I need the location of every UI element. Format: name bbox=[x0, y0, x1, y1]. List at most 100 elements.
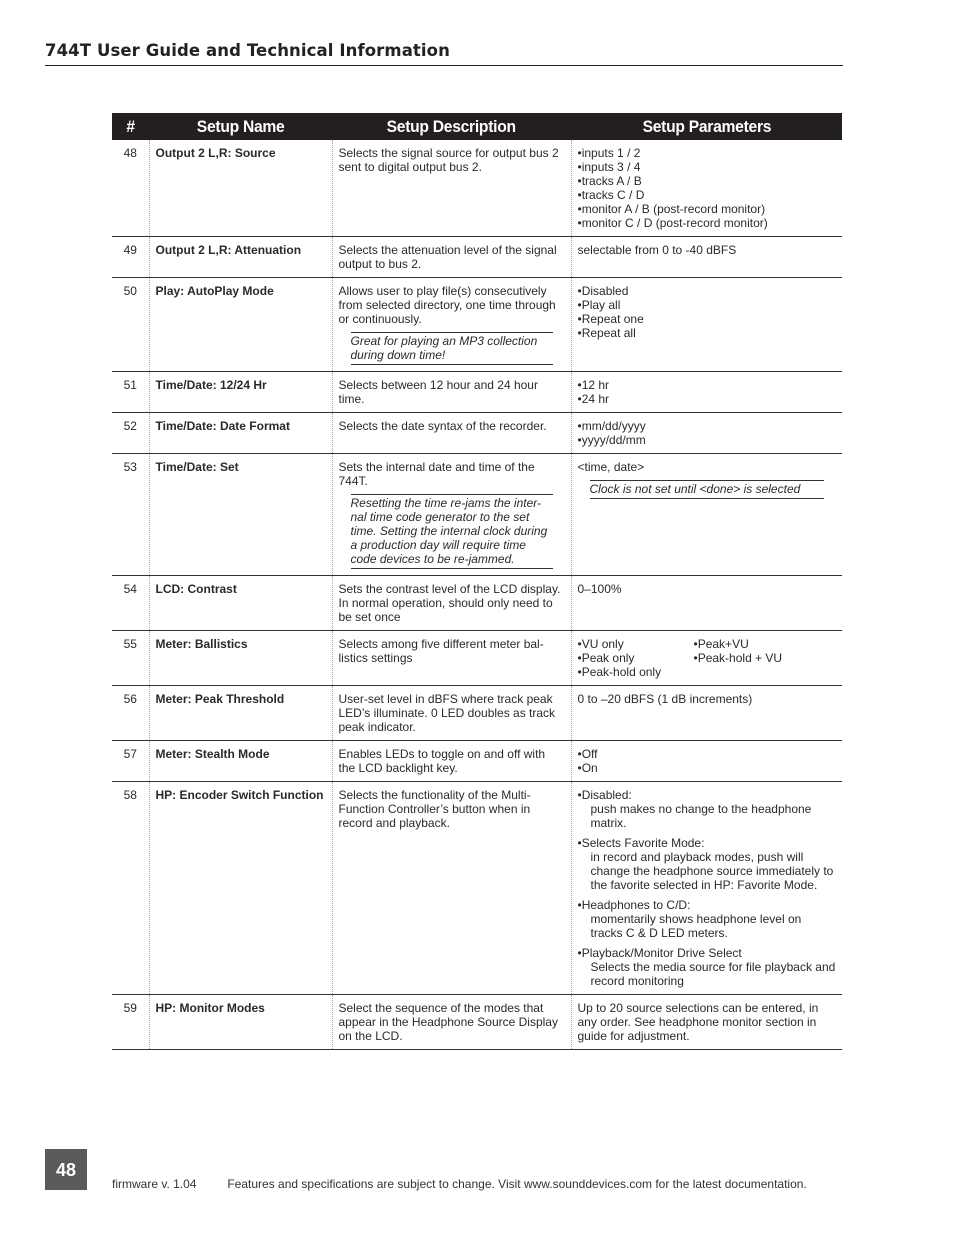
parameter-option: Play all bbox=[578, 298, 837, 312]
parameter-option-detail: momentarily shows headphone level on tra… bbox=[590, 912, 802, 940]
parameter-option-detail: Selects the media source for file playba… bbox=[590, 960, 836, 988]
setup-description: User-set level in dBFS where track peak … bbox=[331, 685, 571, 741]
parameter-block: Playback/Monitor Drive Select Selects th… bbox=[578, 946, 837, 988]
setup-description: Enables LEDs to toggle on and off with t… bbox=[331, 740, 571, 782]
setup-number: 49 bbox=[112, 236, 149, 278]
parameter-block: Disabled: push makes no change to the he… bbox=[578, 788, 837, 830]
setup-description: Selects the functionality of the Multi-F… bbox=[331, 781, 571, 995]
setup-parameters: <time, date> Clock is not set until <don… bbox=[570, 453, 842, 576]
table-row: 57 Meter: Stealth Mode Enables LEDs to t… bbox=[112, 740, 842, 782]
parameter-option: Peak only bbox=[578, 651, 694, 665]
footer-notice: Features and specifications are subject … bbox=[227, 1177, 807, 1191]
setup-name: Output 2 L,R: Attenuation bbox=[148, 236, 332, 278]
table-row: 52 Time/Date: Date Format Selects the da… bbox=[112, 412, 842, 454]
parameter-option: Peak-hold only bbox=[578, 665, 694, 679]
setup-number: 54 bbox=[112, 575, 149, 631]
parameter-option: Disabled: bbox=[578, 788, 837, 802]
setup-number: 57 bbox=[112, 740, 149, 782]
column-header-setup-parameters: Setup Parameters bbox=[571, 113, 842, 140]
parameter-option: 12 hr bbox=[578, 378, 837, 392]
setup-number: 50 bbox=[112, 277, 149, 372]
table-row: 56 Meter: Peak Threshold User-set level … bbox=[112, 685, 842, 741]
parameter-option: inputs 3 / 4 bbox=[578, 160, 837, 174]
parameter-option: VU only bbox=[578, 637, 694, 651]
description-text: Sets the internal date and time of the 7… bbox=[338, 460, 535, 488]
table-row: 48 Output 2 L,R: Source Selects the sign… bbox=[112, 140, 842, 237]
column-header-setup-description: Setup Description bbox=[332, 113, 571, 140]
setup-name: Output 2 L,R: Source bbox=[148, 140, 332, 237]
setup-number: 53 bbox=[112, 453, 149, 576]
parameter-option: Off bbox=[578, 747, 837, 761]
setup-number: 58 bbox=[112, 781, 149, 995]
parameter-option: monitor C / D (post-record monitor) bbox=[578, 216, 837, 230]
setup-table: # Setup Name Setup Description Setup Par… bbox=[112, 113, 842, 1050]
setup-description: Selects the signal source for output bus… bbox=[331, 140, 571, 237]
setup-name: Time/Date: 12/24 Hr bbox=[148, 371, 332, 413]
parameter-text: <time, date> bbox=[577, 460, 645, 474]
table-header-row: # Setup Name Setup Description Setup Par… bbox=[112, 113, 842, 140]
table-row: 54 LCD: Contrast Sets the contrast level… bbox=[112, 575, 842, 631]
description-note: Resetting the time re-jams the inter-nal… bbox=[350, 494, 553, 569]
firmware-version: firmware v. 1.04 bbox=[112, 1177, 197, 1191]
parameter-block: Selects Favorite Mode: in record and pla… bbox=[578, 836, 837, 892]
setup-number: 52 bbox=[112, 412, 149, 454]
setup-description: Selects among five different meter bal-l… bbox=[331, 630, 571, 686]
parameter-option: Headphones to C/D: bbox=[578, 898, 837, 912]
parameter-option: On bbox=[578, 761, 837, 775]
setup-name: Meter: Stealth Mode bbox=[148, 740, 332, 782]
parameter-option: Repeat all bbox=[578, 326, 837, 340]
page-number-badge: 48 bbox=[45, 1149, 87, 1190]
table-row: 50 Play: AutoPlay Mode Allows user to pl… bbox=[112, 277, 842, 372]
parameter-option: monitor A / B (post-record monitor) bbox=[578, 202, 837, 216]
setup-parameters: inputs 1 / 2 inputs 3 / 4 tracks A / B t… bbox=[570, 140, 842, 237]
setup-description: Select the sequence of the modes that ap… bbox=[331, 994, 571, 1050]
setup-parameters: 12 hr 24 hr bbox=[570, 371, 842, 413]
setup-name: LCD: Contrast bbox=[148, 575, 332, 631]
parameter-option: mm/dd/yyyy bbox=[578, 419, 837, 433]
parameter-option: inputs 1 / 2 bbox=[578, 146, 837, 160]
setup-parameters: 0–100% bbox=[570, 575, 842, 631]
setup-parameters: Disabled Play all Repeat one Repeat all bbox=[570, 277, 842, 372]
setup-name: Meter: Ballistics bbox=[148, 630, 332, 686]
setup-parameters: selectable from 0 to -40 dBFS bbox=[570, 236, 842, 278]
page-header: 744T User Guide and Technical Informatio… bbox=[45, 40, 843, 66]
setup-name: Time/Date: Date Format bbox=[148, 412, 332, 454]
setup-parameters: Disabled: push makes no change to the he… bbox=[570, 781, 842, 995]
parameter-block: Headphones to C/D: momentarily shows hea… bbox=[578, 898, 837, 940]
setup-name: Meter: Peak Threshold bbox=[148, 685, 332, 741]
parameter-note: Clock is not set until <done> is selecte… bbox=[589, 480, 824, 499]
document-title: 744T User Guide and Technical Informatio… bbox=[45, 41, 450, 60]
setup-description: Sets the contrast level of the LCD displ… bbox=[331, 575, 571, 631]
setup-name: Play: AutoPlay Mode bbox=[148, 277, 332, 372]
parameter-option: Repeat one bbox=[578, 312, 837, 326]
parameter-option-detail: push makes no change to the headphone ma… bbox=[590, 802, 812, 830]
parameter-option: tracks A / B bbox=[578, 174, 837, 188]
parameter-option: 24 hr bbox=[578, 392, 837, 406]
table-row: 49 Output 2 L,R: Attenuation Selects the… bbox=[112, 236, 842, 278]
column-header-setup-name: Setup Name bbox=[149, 113, 332, 140]
setup-number: 51 bbox=[112, 371, 149, 413]
parameter-option: Selects Favorite Mode: bbox=[578, 836, 837, 850]
table-row: 59 HP: Monitor Modes Select the sequence… bbox=[112, 994, 842, 1050]
table-row: 51 Time/Date: 12/24 Hr Selects between 1… bbox=[112, 371, 842, 413]
table-row: 58 HP: Encoder Switch Function Selects t… bbox=[112, 781, 842, 995]
setup-description: Selects between 12 hour and 24 hour time… bbox=[331, 371, 571, 413]
parameter-option: yyyy/dd/mm bbox=[578, 433, 837, 447]
parameter-option: tracks C / D bbox=[578, 188, 837, 202]
parameter-option: Peak+VU bbox=[694, 637, 837, 651]
setup-description: Allows user to play file(s) consecutivel… bbox=[331, 277, 571, 372]
column-header-number: # bbox=[112, 113, 149, 140]
setup-parameters: mm/dd/yyyy yyyy/dd/mm bbox=[570, 412, 842, 454]
setup-name: HP: Encoder Switch Function bbox=[148, 781, 332, 995]
setup-description: Sets the internal date and time of the 7… bbox=[331, 453, 571, 576]
setup-parameters: 0 to –20 dBFS (1 dB increments) bbox=[570, 685, 842, 741]
parameter-option: Playback/Monitor Drive Select bbox=[578, 946, 837, 960]
setup-number: 59 bbox=[112, 994, 149, 1050]
setup-parameters: Up to 20 source selections can be entere… bbox=[570, 994, 842, 1050]
setup-parameters: Off On bbox=[570, 740, 842, 782]
table-row: 55 Meter: Ballistics Selects among five … bbox=[112, 630, 842, 686]
setup-name: Time/Date: Set bbox=[148, 453, 332, 576]
setup-number: 48 bbox=[112, 140, 149, 237]
page-footer: firmware v. 1.04 Features and specificat… bbox=[112, 1177, 807, 1191]
parameter-option-detail: in record and playback modes, push will … bbox=[590, 850, 834, 892]
